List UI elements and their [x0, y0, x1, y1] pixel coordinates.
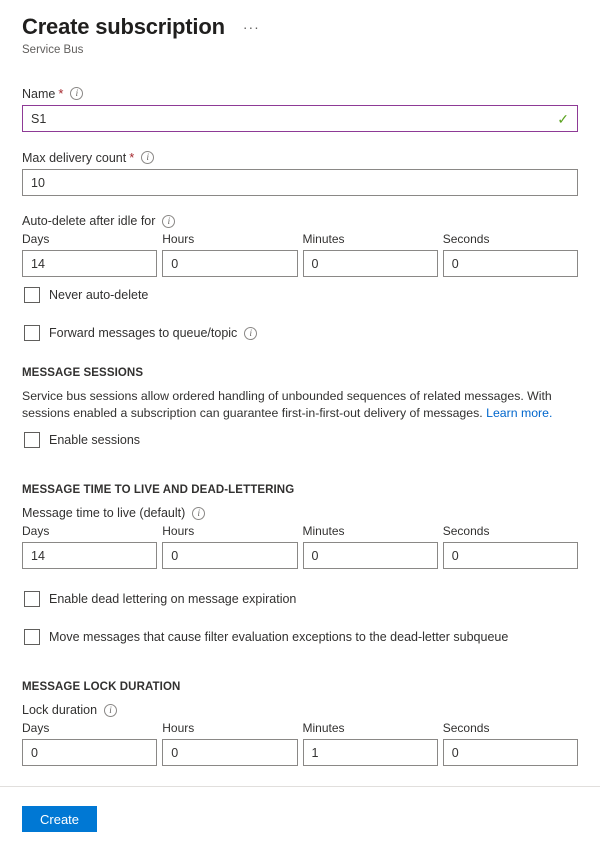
lock-minutes-input[interactable]	[303, 739, 438, 766]
checkbox-icon[interactable]	[24, 629, 40, 645]
message-sessions-description: Service bus sessions allow ordered handl…	[22, 388, 562, 422]
forward-messages-checkbox-row[interactable]: Forward messages to queue/topic i	[22, 325, 578, 341]
auto-delete-days-col: Days	[22, 232, 157, 277]
page-subtitle: Service Bus	[22, 44, 600, 56]
info-icon[interactable]: i	[192, 507, 205, 520]
forward-messages-label: Forward messages to queue/topic	[49, 326, 237, 340]
name-input[interactable]	[22, 105, 578, 132]
max-delivery-count-label: Max delivery count	[22, 151, 126, 165]
enable-sessions-checkbox-row[interactable]: Enable sessions	[22, 432, 578, 448]
lock-days-input[interactable]	[22, 739, 157, 766]
ttl-days-input[interactable]	[22, 542, 157, 569]
ttl-hours-col: Hours	[162, 524, 297, 569]
unit-label-hours: Hours	[162, 232, 297, 246]
unit-label-minutes: Minutes	[303, 524, 438, 538]
enable-dead-lettering-label: Enable dead lettering on message expirat…	[49, 592, 296, 606]
auto-delete-label-row: Auto-delete after idle for i	[22, 214, 578, 228]
auto-delete-seconds-col: Seconds	[443, 232, 578, 277]
unit-label-hours: Hours	[162, 721, 297, 735]
name-required-marker: *	[58, 86, 63, 101]
auto-delete-days-input[interactable]	[22, 250, 157, 277]
ttl-minutes-col: Minutes	[303, 524, 438, 569]
message-sessions-heading: MESSAGE SESSIONS	[22, 367, 578, 379]
footer-bar: Create	[22, 806, 97, 832]
ttl-minutes-input[interactable]	[303, 542, 438, 569]
info-icon[interactable]: i	[70, 87, 83, 100]
form-body: Name * i ✓ Max delivery count * i Auto-d…	[0, 86, 600, 766]
message-lock-duration-heading: MESSAGE LOCK DURATION	[22, 681, 578, 693]
lock-duration-grid: Days Hours Minutes Seconds	[22, 721, 578, 766]
ttl-days-col: Days	[22, 524, 157, 569]
auto-delete-minutes-col: Minutes	[303, 232, 438, 277]
unit-label-minutes: Minutes	[303, 721, 438, 735]
lock-days-col: Days	[22, 721, 157, 766]
learn-more-link[interactable]: Learn more.	[486, 406, 552, 420]
lock-minutes-col: Minutes	[303, 721, 438, 766]
unit-label-minutes: Minutes	[303, 232, 438, 246]
never-auto-delete-label: Never auto-delete	[49, 288, 148, 302]
unit-label-days: Days	[22, 232, 157, 246]
move-messages-label: Move messages that cause filter evaluati…	[49, 630, 508, 644]
lock-seconds-col: Seconds	[443, 721, 578, 766]
name-input-wrap: ✓	[22, 105, 578, 132]
name-label-row: Name * i	[22, 86, 578, 101]
move-messages-checkbox-row[interactable]: Move messages that cause filter evaluati…	[22, 629, 578, 645]
lock-seconds-input[interactable]	[443, 739, 578, 766]
unit-label-seconds: Seconds	[443, 721, 578, 735]
auto-delete-duration-grid: Days Hours Minutes Seconds	[22, 232, 578, 277]
lock-duration-label-row: Lock duration i	[22, 703, 578, 717]
unit-label-days: Days	[22, 721, 157, 735]
enable-dead-lettering-checkbox-row[interactable]: Enable dead lettering on message expirat…	[22, 591, 578, 607]
message-ttl-label-row: Message time to live (default) i	[22, 506, 578, 520]
checkbox-icon[interactable]	[24, 287, 40, 303]
ttl-hours-input[interactable]	[162, 542, 297, 569]
auto-delete-seconds-input[interactable]	[443, 250, 578, 277]
info-icon[interactable]: i	[244, 327, 257, 340]
max-delivery-count-required-marker: *	[129, 150, 134, 165]
info-icon[interactable]: i	[162, 215, 175, 228]
ttl-seconds-input[interactable]	[443, 542, 578, 569]
message-ttl-heading: MESSAGE TIME TO LIVE AND DEAD-LETTERING	[22, 484, 578, 496]
never-auto-delete-checkbox-row[interactable]: Never auto-delete	[22, 287, 578, 303]
message-ttl-label: Message time to live (default)	[22, 506, 185, 520]
unit-label-hours: Hours	[162, 524, 297, 538]
checkbox-icon[interactable]	[24, 591, 40, 607]
checkbox-icon[interactable]	[24, 325, 40, 341]
name-label: Name	[22, 87, 55, 101]
info-icon[interactable]: i	[141, 151, 154, 164]
footer-divider	[0, 786, 600, 787]
auto-delete-hours-col: Hours	[162, 232, 297, 277]
unit-label-days: Days	[22, 524, 157, 538]
message-ttl-duration-grid: Days Hours Minutes Seconds	[22, 524, 578, 569]
page-title: Create subscription	[22, 14, 225, 40]
enable-sessions-label: Enable sessions	[49, 433, 140, 447]
lock-duration-label: Lock duration	[22, 703, 97, 717]
ttl-seconds-col: Seconds	[443, 524, 578, 569]
info-icon[interactable]: i	[104, 704, 117, 717]
lock-hours-input[interactable]	[162, 739, 297, 766]
message-sessions-description-text: Service bus sessions allow ordered handl…	[22, 389, 552, 420]
create-button[interactable]: Create	[22, 806, 97, 832]
create-subscription-blade: Create subscription ··· Service Bus Name…	[0, 0, 600, 850]
auto-delete-hours-input[interactable]	[162, 250, 297, 277]
title-row: Create subscription ···	[22, 14, 600, 40]
auto-delete-label: Auto-delete after idle for	[22, 214, 155, 228]
lock-hours-col: Hours	[162, 721, 297, 766]
auto-delete-minutes-input[interactable]	[303, 250, 438, 277]
unit-label-seconds: Seconds	[443, 524, 578, 538]
more-options-icon[interactable]: ···	[243, 22, 260, 32]
checkbox-icon[interactable]	[24, 432, 40, 448]
max-delivery-count-label-row: Max delivery count * i	[22, 150, 578, 165]
unit-label-seconds: Seconds	[443, 232, 578, 246]
blade-header: Create subscription ··· Service Bus	[0, 0, 600, 56]
max-delivery-count-input[interactable]	[22, 169, 578, 196]
